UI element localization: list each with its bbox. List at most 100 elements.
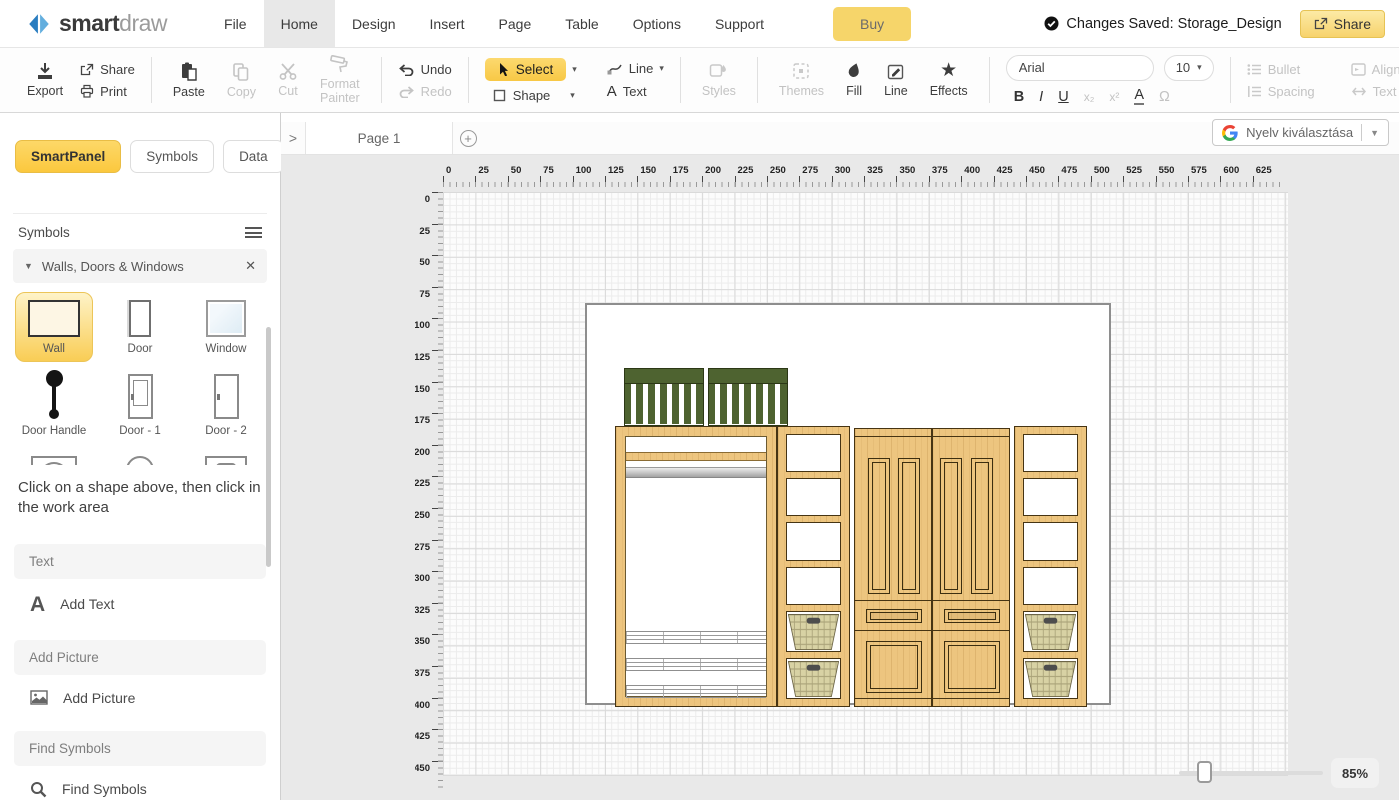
lower-drawer-panel[interactable] xyxy=(944,641,1000,693)
add-page-button[interactable]: + xyxy=(453,122,483,154)
basket-cubby[interactable] xyxy=(1023,611,1078,652)
language-select-button[interactable]: Nyelv kiválasztása ▼ xyxy=(1212,119,1389,146)
format-painter-button[interactable]: Format Painter xyxy=(309,55,371,105)
symbol-arch-door[interactable] xyxy=(101,448,179,465)
add-text-button[interactable]: A Add Text xyxy=(0,579,280,615)
door-panel[interactable] xyxy=(971,458,993,594)
select-dropdown-caret[interactable]: ▾ xyxy=(572,64,577,75)
paste-button[interactable]: Paste xyxy=(162,62,216,99)
font-name-input[interactable] xyxy=(1006,55,1154,81)
symbol-arch-window[interactable] xyxy=(15,448,93,465)
cubby[interactable] xyxy=(1023,478,1078,516)
text-tool-button[interactable]: A Text xyxy=(607,83,664,100)
font-color-button[interactable]: A xyxy=(1134,88,1144,105)
symbol-door-2[interactable]: Door - 2 xyxy=(187,366,265,444)
styles-button[interactable]: Styles xyxy=(691,62,747,98)
redo-button[interactable]: Redo xyxy=(398,84,452,99)
hanging-rod[interactable] xyxy=(626,467,766,478)
font-size-select[interactable]: 10 ▾ xyxy=(1164,55,1214,81)
work-area-grid[interactable] xyxy=(443,192,1288,776)
export-button[interactable]: Export xyxy=(16,62,74,98)
undo-button[interactable]: Undo xyxy=(398,62,452,77)
green-crate[interactable] xyxy=(708,368,788,426)
wire-shelf[interactable] xyxy=(626,631,766,644)
cubby[interactable] xyxy=(1023,522,1078,560)
cubby[interactable] xyxy=(786,567,841,605)
previous-page-button[interactable]: > xyxy=(281,122,305,154)
cut-button[interactable]: Cut xyxy=(267,62,309,98)
toolbar-share-button[interactable]: Share xyxy=(80,62,135,77)
menu-item-support[interactable]: Support xyxy=(698,0,781,47)
line-style-button[interactable]: Line xyxy=(873,62,919,98)
shelf-column-right[interactable] xyxy=(1014,426,1087,707)
green-crate[interactable] xyxy=(624,368,704,426)
wire-shelf[interactable] xyxy=(626,685,766,698)
wire-shelf[interactable] xyxy=(626,658,766,671)
app-logo[interactable]: smartdraw xyxy=(0,10,207,37)
superscript-button[interactable]: x² xyxy=(1109,90,1119,104)
menu-item-options[interactable]: Options xyxy=(616,0,698,47)
themes-button[interactable]: Themes xyxy=(768,62,835,98)
page-tab[interactable]: Page 1 xyxy=(305,122,453,154)
buy-button[interactable]: Buy xyxy=(833,7,911,41)
symbol-window[interactable]: Window xyxy=(187,292,265,362)
italic-button[interactable]: I xyxy=(1039,89,1043,105)
cubby[interactable] xyxy=(786,478,841,516)
symbol-door-1[interactable]: Door - 1 xyxy=(101,366,179,444)
cubby[interactable] xyxy=(786,434,841,472)
special-character-button[interactable]: Ω xyxy=(1159,89,1170,105)
basket-cubby[interactable] xyxy=(786,611,841,652)
tab-symbols[interactable]: Symbols xyxy=(130,140,214,173)
cubby[interactable] xyxy=(1023,434,1078,472)
menu-item-design[interactable]: Design xyxy=(335,0,413,47)
cubby[interactable] xyxy=(1023,567,1078,605)
add-picture-button[interactable]: Add Picture xyxy=(0,675,280,706)
underline-button[interactable]: U xyxy=(1058,89,1068,105)
lower-drawer-panel[interactable] xyxy=(866,641,922,693)
tab-data[interactable]: Data xyxy=(223,140,284,173)
collapse-caret-icon[interactable]: ▼ xyxy=(24,261,33,271)
symbols-menu-icon[interactable] xyxy=(245,227,262,238)
share-button[interactable]: Share xyxy=(1300,10,1385,38)
shape-dropdown-caret[interactable]: ▾ xyxy=(570,90,575,101)
center-cabinet[interactable] xyxy=(854,428,1010,707)
spacing-button[interactable]: Spacing xyxy=(1247,84,1315,99)
cubby[interactable] xyxy=(786,522,841,560)
basket-cubby[interactable] xyxy=(786,658,841,699)
shape-tool-button[interactable]: Shape xyxy=(485,88,551,103)
print-button[interactable]: Print xyxy=(80,84,135,99)
effects-button[interactable]: ★ Effects xyxy=(919,62,979,98)
bold-button[interactable]: B xyxy=(1014,89,1024,105)
copy-button[interactable]: Copy xyxy=(216,62,267,99)
panel-scrollbar[interactable] xyxy=(266,327,271,567)
text-direction-button[interactable]: Text Direction xyxy=(1351,84,1399,99)
symbol-wall[interactable]: Wall xyxy=(15,292,93,362)
menu-item-file[interactable]: File xyxy=(207,0,264,47)
line-tool-button[interactable]: Line ▾ xyxy=(607,61,664,76)
fill-button[interactable]: Fill xyxy=(835,62,873,98)
door-panel[interactable] xyxy=(898,458,920,594)
category-close-icon[interactable]: ✕ xyxy=(245,258,256,274)
bullet-button[interactable]: Bullet xyxy=(1247,62,1315,77)
symbol-octagon-window[interactable] xyxy=(187,448,265,465)
menu-item-table[interactable]: Table xyxy=(548,0,615,47)
drawing-page[interactable] xyxy=(585,303,1111,705)
tab-smartpanel[interactable]: SmartPanel xyxy=(15,140,121,173)
line-dropdown-caret[interactable]: ▾ xyxy=(659,63,664,74)
menu-item-page[interactable]: Page xyxy=(482,0,549,47)
menu-item-home[interactable]: Home xyxy=(264,0,335,47)
symbol-door[interactable]: Door xyxy=(101,292,179,362)
drawer-band[interactable] xyxy=(855,600,1009,631)
select-tool-button[interactable]: Select xyxy=(485,58,567,81)
subscript-button[interactable]: x₂ xyxy=(1084,90,1095,104)
door-panel[interactable] xyxy=(868,458,890,594)
wardrobe-section[interactable] xyxy=(615,426,777,707)
symbol-category[interactable]: ▼ Walls, Doors & Windows ✕ xyxy=(13,249,267,283)
symbol-door-handle[interactable]: Door Handle xyxy=(15,366,93,444)
menu-item-insert[interactable]: Insert xyxy=(413,0,482,47)
door-panel[interactable] xyxy=(940,458,962,594)
shelf-column-left[interactable] xyxy=(777,426,850,707)
wardrobe-top-shelf[interactable] xyxy=(626,452,766,461)
drawing-canvas[interactable]: 0255075100125150175200225250275300325350… xyxy=(281,155,1399,800)
find-symbols-button[interactable]: Find Symbols xyxy=(0,766,280,798)
